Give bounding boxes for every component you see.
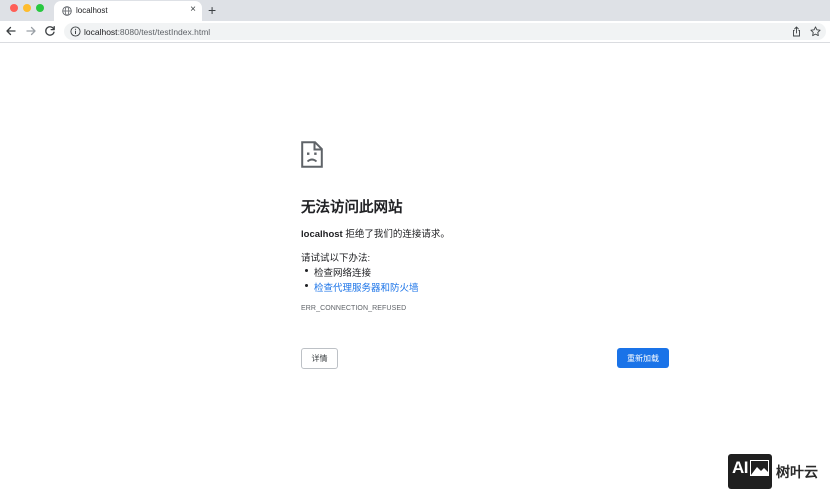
- tab-strip: localhost × +: [0, 0, 830, 21]
- tab-title: localhost: [76, 6, 108, 15]
- browser-tab[interactable]: localhost ×: [54, 1, 202, 21]
- tab-close-icon[interactable]: ×: [190, 4, 196, 16]
- watermark-logo: AI: [728, 454, 772, 489]
- arrow-right-icon[interactable]: [24, 24, 38, 38]
- url-text[interactable]: localhost:8080/test/testIndex.html: [84, 27, 210, 37]
- reload-icon[interactable]: [43, 24, 57, 38]
- suggestions-title: 请试试以下办法:: [301, 253, 371, 264]
- arrow-left-icon[interactable]: [4, 24, 18, 38]
- address-bar[interactable]: localhost:8080/test/testIndex.html: [64, 23, 826, 40]
- error-message-text: 拒绝了我们的连接请求。: [342, 229, 450, 240]
- window-close-button[interactable]: [10, 4, 18, 12]
- browser-toolbar: localhost:8080/test/testIndex.html: [0, 21, 830, 43]
- error-host: localhost: [301, 229, 343, 240]
- suggestion-check-network: 检查网络连接: [304, 265, 371, 279]
- error-title: 无法访问此网站: [301, 200, 403, 216]
- url-path: :8080/test/testIndex.html: [117, 27, 211, 37]
- new-tab-button[interactable]: +: [208, 2, 216, 18]
- details-button[interactable]: 详情: [301, 348, 338, 369]
- reload-button[interactable]: 重新加载: [617, 348, 669, 368]
- error-code: ERR_CONNECTION_REFUSED: [301, 305, 407, 312]
- info-icon[interactable]: [70, 26, 81, 37]
- star-icon[interactable]: [810, 26, 821, 37]
- suggestion-check-proxy-link[interactable]: 检查代理服务器和防火墙: [305, 280, 419, 294]
- mountain-icon: [750, 460, 769, 476]
- url-host: localhost: [84, 27, 118, 37]
- globe-icon: [62, 6, 72, 16]
- window-maximize-button[interactable]: [36, 4, 44, 12]
- watermark-text: 树叶云: [776, 464, 818, 480]
- window-minimize-button[interactable]: [23, 4, 31, 12]
- watermark-logo-text: AI: [732, 458, 749, 477]
- sad-document-icon: [301, 141, 323, 168]
- error-message: localhost 拒绝了我们的连接请求。: [301, 226, 450, 240]
- share-icon[interactable]: [791, 26, 802, 37]
